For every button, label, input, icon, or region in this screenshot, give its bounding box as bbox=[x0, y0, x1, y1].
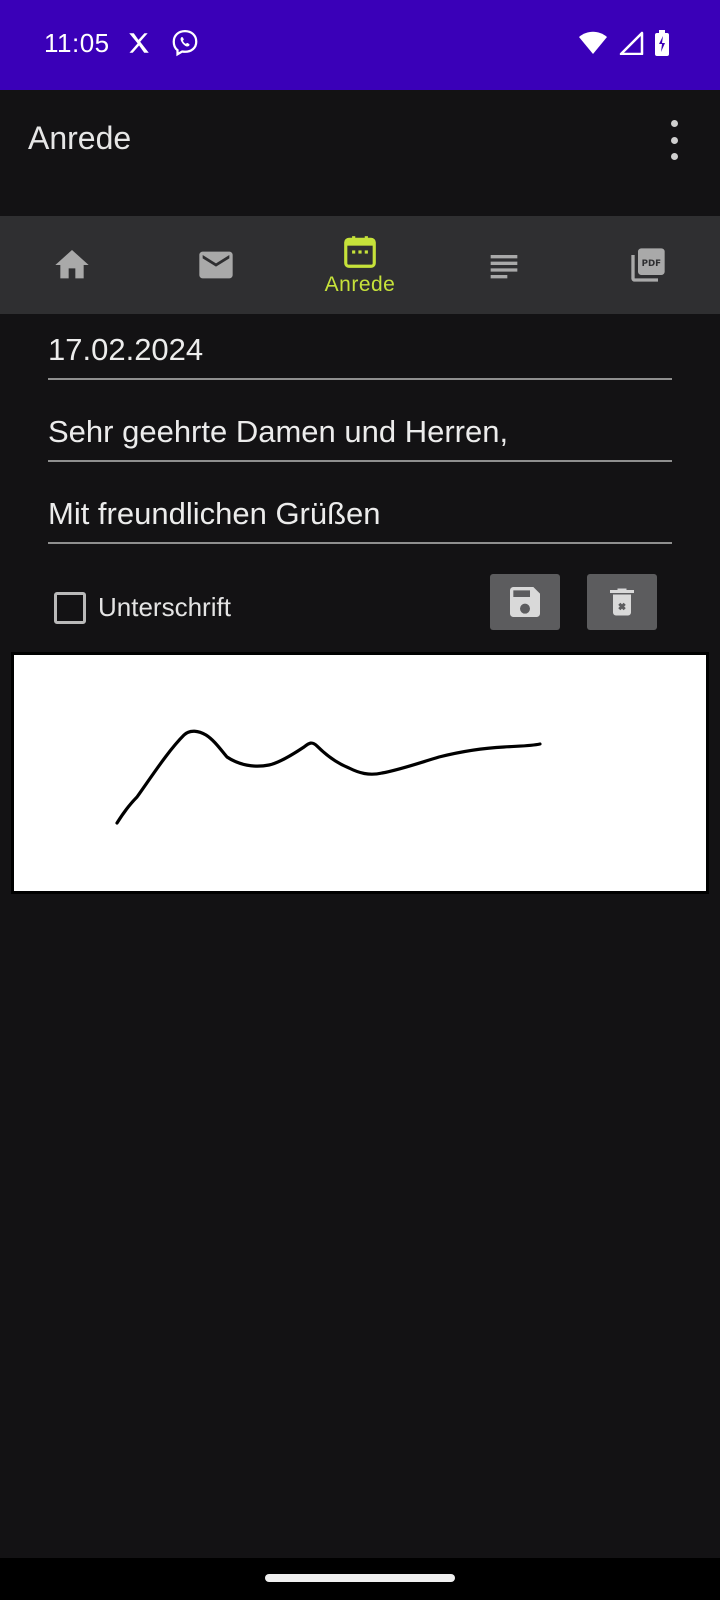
closing-input[interactable] bbox=[48, 496, 672, 532]
viber-icon bbox=[172, 29, 198, 57]
tab-mail[interactable] bbox=[144, 216, 288, 314]
delete-signature-button[interactable] bbox=[587, 574, 657, 630]
pdf-icon: PDF bbox=[631, 248, 665, 282]
text-lines-icon bbox=[490, 255, 518, 279]
status-time: 11:05 bbox=[44, 28, 110, 58]
mail-icon bbox=[199, 251, 233, 279]
delete-icon bbox=[610, 588, 634, 616]
signature-pad[interactable] bbox=[11, 652, 709, 894]
date-input[interactable] bbox=[48, 332, 672, 368]
svg-text:PDF: PDF bbox=[642, 259, 662, 269]
greeting-field[interactable] bbox=[48, 414, 672, 462]
app-bar: Anrede bbox=[0, 90, 720, 216]
save-icon bbox=[510, 587, 540, 617]
tab-label-anrede: Anrede bbox=[324, 273, 396, 296]
navigation-bar bbox=[0, 1558, 720, 1600]
tab-bar: Anrede PDF bbox=[0, 216, 720, 314]
status-indicators bbox=[578, 30, 670, 56]
tab-home[interactable] bbox=[0, 216, 144, 314]
status-bar: 11:05 bbox=[0, 0, 720, 90]
page-title: Anrede bbox=[28, 120, 132, 156]
greeting-input[interactable] bbox=[48, 414, 672, 450]
date-field[interactable] bbox=[48, 332, 672, 380]
calendar-icon bbox=[344, 236, 376, 268]
signature-checkbox[interactable] bbox=[54, 592, 86, 624]
save-signature-button[interactable] bbox=[490, 574, 560, 630]
wifi-icon bbox=[579, 31, 607, 54]
x-logo-icon bbox=[129, 33, 149, 53]
battery-icon bbox=[655, 30, 669, 56]
signature-row: Unterschrift bbox=[54, 570, 674, 632]
home-gesture-handle[interactable] bbox=[265, 1574, 455, 1582]
home-icon bbox=[55, 250, 89, 279]
tab-pdf[interactable]: PDF bbox=[576, 216, 720, 314]
signature-stroke bbox=[115, 729, 542, 825]
overflow-menu-button[interactable] bbox=[668, 120, 680, 160]
signal-icon bbox=[619, 31, 644, 55]
tab-anrede[interactable]: Anrede bbox=[288, 216, 432, 314]
tab-text[interactable] bbox=[432, 216, 576, 314]
signature-checkbox-label: Unterschrift bbox=[98, 592, 231, 622]
closing-field[interactable] bbox=[48, 496, 672, 544]
more-vert-icon bbox=[670, 120, 678, 127]
